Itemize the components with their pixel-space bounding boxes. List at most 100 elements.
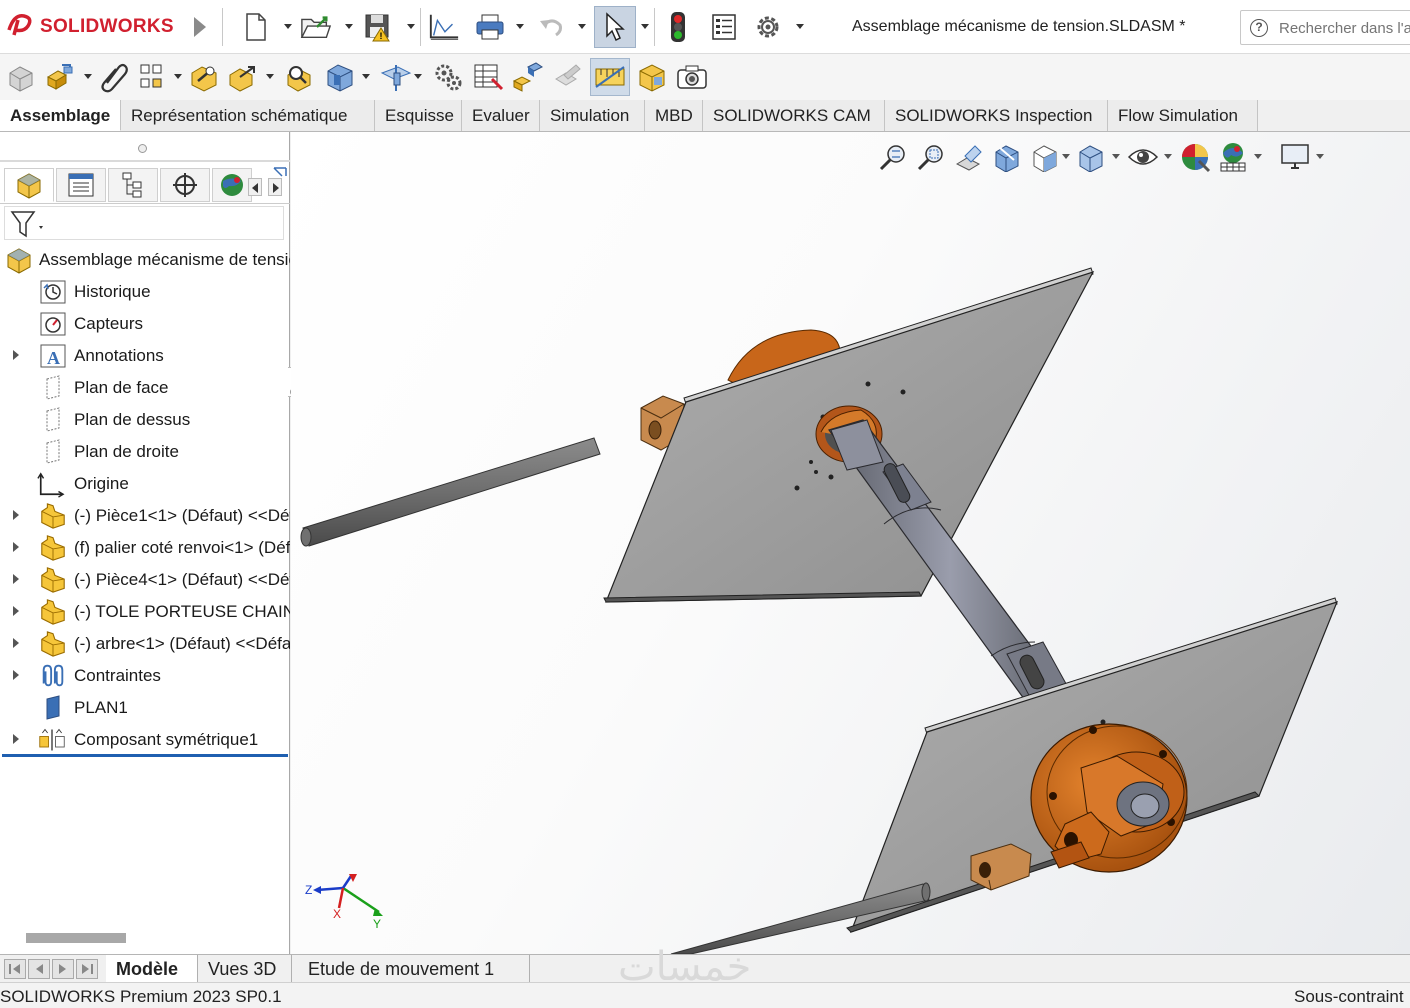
view-orientation-button[interactable] bbox=[1028, 140, 1062, 174]
configurationmanager-tab[interactable] bbox=[108, 168, 158, 202]
new-motion-study-button[interactable] bbox=[430, 59, 466, 95]
featuremanager-tab[interactable] bbox=[4, 168, 54, 202]
mate-button[interactable] bbox=[42, 59, 78, 95]
exploded-view-button[interactable] bbox=[510, 59, 546, 95]
large-assembly-button[interactable] bbox=[634, 59, 670, 95]
propertymanager-tab[interactable] bbox=[56, 168, 106, 202]
expand-arrow-icon[interactable] bbox=[13, 638, 19, 648]
guide-rod-top[interactable] bbox=[300, 437, 601, 547]
pattern-dropdown-icon[interactable] bbox=[174, 74, 182, 79]
expand-arrow-icon[interactable] bbox=[13, 670, 19, 680]
select-dropdown-icon[interactable] bbox=[641, 24, 649, 29]
paperclip-button[interactable] bbox=[96, 59, 132, 95]
new-document-button[interactable] bbox=[240, 9, 272, 45]
save-button[interactable]: ! bbox=[362, 9, 394, 45]
tree-item-piece4[interactable]: (-) Pièce4<1> (Défaut) <<Défaut> bbox=[0, 564, 290, 596]
tree-item-composant-symetrique[interactable]: Composant symétrique1 bbox=[0, 724, 290, 756]
dimxpertmanager-tab[interactable] bbox=[160, 168, 210, 202]
linear-pattern-button[interactable] bbox=[134, 59, 170, 95]
open-dropdown-icon[interactable] bbox=[345, 24, 353, 29]
tab-vues-3d[interactable]: Vues 3D bbox=[198, 955, 292, 983]
open-button[interactable] bbox=[300, 9, 332, 45]
tree-item-capteurs[interactable]: Capteurs bbox=[0, 308, 290, 340]
panel-splitter[interactable] bbox=[0, 160, 290, 162]
zoom-to-fit-button[interactable] bbox=[876, 140, 910, 174]
display-style-dropdown-icon[interactable] bbox=[1112, 154, 1120, 159]
tab-flow-simulation[interactable]: Flow Simulation bbox=[1108, 100, 1258, 131]
smart-fasteners-button[interactable] bbox=[186, 59, 222, 95]
assembly-features-button[interactable] bbox=[322, 59, 358, 95]
tabs-scroll-right-button[interactable] bbox=[268, 178, 282, 196]
tree-item-origine[interactable]: Origine bbox=[0, 468, 290, 500]
insert-component-button[interactable] bbox=[2, 59, 38, 95]
take-snapshot-button[interactable] bbox=[674, 59, 710, 95]
zoom-to-area-button[interactable] bbox=[914, 140, 948, 174]
tab-etude-de-mouvement[interactable]: Etude de mouvement 1 bbox=[292, 955, 530, 983]
tree-item-plan-de-dessus[interactable]: Plan de dessus bbox=[0, 404, 290, 436]
mate-dropdown-icon[interactable] bbox=[84, 74, 92, 79]
panel-collapse-handle[interactable] bbox=[138, 144, 147, 153]
rebuild-button[interactable] bbox=[662, 9, 694, 45]
edit-appearance-button[interactable] bbox=[1178, 140, 1212, 174]
tree-item-historique[interactable]: Historique bbox=[0, 276, 290, 308]
tree-item-plan-de-droite[interactable]: Plan de droite bbox=[0, 436, 290, 468]
display-style-button[interactable] bbox=[1074, 140, 1108, 174]
bill-of-materials-button[interactable] bbox=[470, 59, 506, 95]
tab-modele[interactable]: Modèle bbox=[106, 955, 198, 983]
expand-arrow-icon[interactable] bbox=[13, 542, 19, 552]
instant3d-active-button[interactable] bbox=[590, 58, 630, 96]
reference-geometry-button[interactable] bbox=[378, 59, 414, 95]
apply-scene-button[interactable] bbox=[1216, 140, 1250, 174]
expand-arrow-icon[interactable] bbox=[13, 606, 19, 616]
file-properties-button[interactable] bbox=[708, 9, 740, 45]
help-search-box[interactable]: ? bbox=[1240, 10, 1410, 45]
tree-filter[interactable] bbox=[4, 206, 284, 240]
last-tab-button[interactable] bbox=[76, 959, 98, 979]
solidworks-logo[interactable]: SOLIDWORKS bbox=[6, 12, 174, 42]
tree-item-arbre[interactable]: (-) arbre<1> (Défaut) <<Défaut> bbox=[0, 628, 290, 660]
graphics-area[interactable]: Z X Y bbox=[291, 132, 1410, 954]
expand-arrow-icon[interactable] bbox=[13, 734, 19, 744]
tabs-scroll-left-button[interactable] bbox=[248, 178, 262, 196]
apply-scene-dropdown-icon[interactable] bbox=[1254, 154, 1262, 159]
view-orientation-dropdown-icon[interactable] bbox=[1062, 154, 1070, 159]
print-dropdown-icon[interactable] bbox=[516, 24, 524, 29]
tree-item-annotations[interactable]: A Annotations bbox=[0, 340, 290, 372]
previous-view-button[interactable] bbox=[952, 140, 986, 174]
save-dropdown-icon[interactable] bbox=[407, 24, 415, 29]
features-dropdown-icon[interactable] bbox=[362, 74, 370, 79]
tab-solidworks-inspection[interactable]: SOLIDWORKS Inspection bbox=[885, 100, 1108, 131]
tree-item-plan-de-face[interactable]: Plan de face bbox=[0, 372, 290, 404]
show-hidden-button[interactable] bbox=[282, 59, 318, 95]
tree-item-plan1[interactable]: PLAN1 bbox=[0, 692, 290, 724]
rollback-bar[interactable] bbox=[2, 754, 288, 757]
new-dropdown-icon[interactable] bbox=[284, 24, 292, 29]
tab-mbd[interactable]: MBD bbox=[645, 100, 703, 131]
tab-esquisse[interactable]: Esquisse bbox=[375, 100, 462, 131]
undo-dropdown-icon[interactable] bbox=[578, 24, 586, 29]
tab-solidworks-cam[interactable]: SOLIDWORKS CAM bbox=[703, 100, 885, 131]
expand-arrow-icon[interactable] bbox=[13, 574, 19, 584]
help-question-icon[interactable]: ? bbox=[1250, 19, 1268, 37]
hide-show-items-button[interactable] bbox=[1126, 140, 1160, 174]
panel-horizontal-scrollbar[interactable] bbox=[26, 933, 126, 943]
flange-bearing-bottom[interactable] bbox=[1030, 723, 1188, 873]
tree-item-tole-porteuse[interactable]: (-) TOLE PORTEUSE CHAINE bbox=[0, 596, 290, 628]
select-button[interactable] bbox=[594, 6, 636, 48]
expand-arrow-icon[interactable] bbox=[13, 510, 19, 520]
view-settings-dropdown-icon[interactable] bbox=[1316, 154, 1324, 159]
tab-evaluer[interactable]: Evaluer bbox=[462, 100, 540, 131]
print-button[interactable] bbox=[474, 9, 506, 45]
tab-representation-schematique[interactable]: Représentation schématique bbox=[121, 100, 375, 131]
undo-button[interactable] bbox=[536, 9, 568, 45]
tab-simulation[interactable]: Simulation bbox=[540, 100, 645, 131]
tree-item-palier-cote-renvoi[interactable]: (f) palier coté renvoi<1> (Défaut) bbox=[0, 532, 290, 564]
tab-assemblage[interactable]: Assemblage bbox=[0, 100, 121, 131]
expand-arrow-icon[interactable] bbox=[13, 350, 19, 360]
next-tab-button[interactable] bbox=[52, 959, 74, 979]
section-view-button[interactable] bbox=[990, 140, 1024, 174]
help-search-input[interactable] bbox=[1279, 17, 1410, 39]
hide-show-dropdown-icon[interactable] bbox=[1164, 154, 1172, 159]
options-button[interactable] bbox=[752, 9, 784, 45]
instant3d-button[interactable] bbox=[550, 59, 586, 95]
